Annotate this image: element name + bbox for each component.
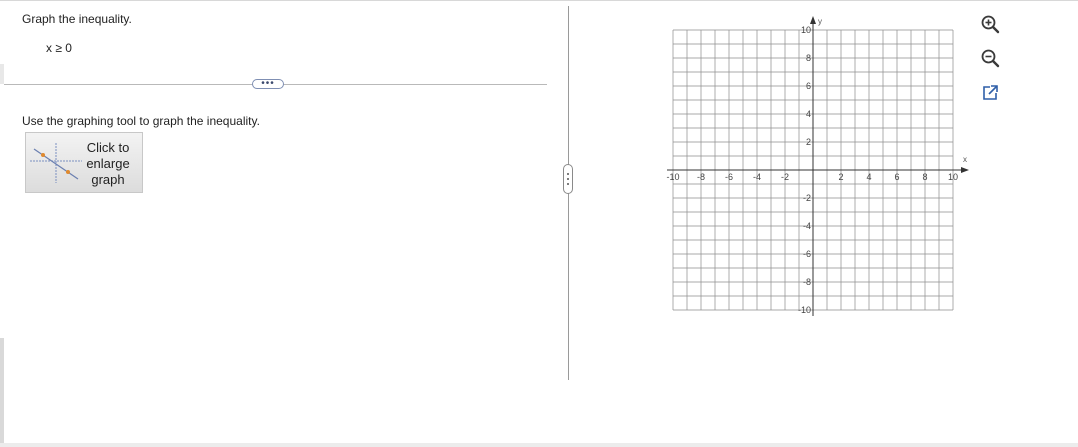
x-axis-arrow-icon [961, 167, 969, 173]
instruction-text: Use the graphing tool to graph the inequ… [22, 114, 260, 128]
x-axis-label: x [963, 155, 967, 164]
enlarge-graph-button[interactable]: Click to enlarge graph [25, 132, 143, 193]
y-tick-label: 8 [806, 53, 811, 63]
inequality-expression: x ≥ 0 [46, 41, 72, 55]
x-tick-label: 6 [894, 172, 899, 182]
enlarge-label-line-2: enlarge [86, 156, 130, 171]
zoom-out-icon [981, 49, 1000, 68]
x-tick-label: 8 [922, 172, 927, 182]
y-tick-label: -6 [803, 249, 811, 259]
y-tick-label: -8 [803, 277, 811, 287]
x-tick-label: -10 [666, 172, 679, 182]
expand-more-button[interactable]: ••• [252, 79, 284, 89]
external-link-icon [983, 85, 998, 100]
top-border [0, 0, 1078, 1]
bottom-scrollbar[interactable] [0, 443, 1078, 447]
y-tick-label: 4 [806, 109, 811, 119]
x-tick-label: 2 [838, 172, 843, 182]
question-prompt: Graph the inequality. [22, 12, 132, 26]
y-axis-label: y [818, 17, 822, 26]
x-tick-label: 4 [866, 172, 871, 182]
enlarge-label-line-3: graph [91, 172, 125, 187]
y-tick-label: -4 [803, 221, 811, 231]
graph-thumbnail-icon [30, 143, 82, 183]
y-tick-label: -10 [798, 305, 811, 315]
scrollbar-thumb[interactable] [0, 338, 4, 447]
y-tick-label: 10 [801, 25, 811, 35]
y-axis-arrow-icon [810, 16, 816, 24]
x-tick-label: -6 [725, 172, 733, 182]
x-tick-label: -8 [697, 172, 705, 182]
splitter-drag-handle[interactable] [563, 164, 573, 194]
y-tick-label: 6 [806, 81, 811, 91]
x-tick-label: -2 [781, 172, 789, 182]
coordinate-graph[interactable]: x y -10 -8 -6 -4 -2 2 4 6 8 10 10 8 6 4 2 -2 -4 -6 -8 -10 [655, 10, 985, 330]
enlarge-graph-label: Click to enlarge graph [84, 140, 132, 188]
zoom-in-icon [981, 15, 1000, 34]
x-tick-label: 10 [948, 172, 958, 182]
enlarge-label-line-1: Click to [86, 140, 130, 155]
y-tick-label: 2 [806, 137, 811, 147]
x-tick-label: -4 [753, 172, 761, 182]
popout-button[interactable] [980, 83, 1000, 103]
zoom-in-button[interactable] [980, 14, 1000, 34]
y-tick-label: -2 [803, 193, 811, 203]
zoom-out-button[interactable] [980, 48, 1000, 68]
scroll-gutter [0, 64, 4, 84]
